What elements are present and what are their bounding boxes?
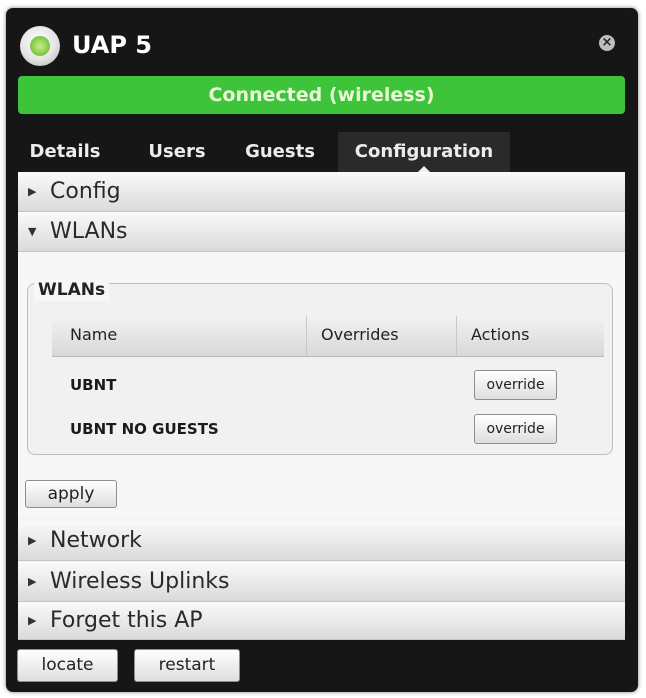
section-forget-ap-header[interactable]: ▶ Forget this AP [18, 602, 625, 640]
tab-configuration[interactable]: Configuration [338, 132, 510, 172]
tab-bar: Details Users Guests Configuration [20, 132, 625, 172]
caret-right-icon: ▶ [28, 614, 37, 627]
override-button[interactable]: override [474, 414, 557, 444]
caret-down-icon: ▼ [28, 225, 37, 238]
caret-right-icon: ▶ [28, 575, 37, 588]
section-wireless-uplinks-header[interactable]: ▶ Wireless Uplinks [18, 562, 625, 602]
tab-users[interactable]: Users [132, 132, 222, 172]
column-header-actions: Actions [456, 316, 619, 356]
column-header-overrides: Overrides [306, 316, 471, 356]
access-point-icon [20, 26, 60, 66]
override-button[interactable]: override [474, 370, 557, 400]
status-led [30, 36, 50, 56]
tab-guests[interactable]: Guests [230, 132, 330, 172]
section-network-header[interactable]: ▶ Network [18, 521, 625, 561]
wlan-overrides [320, 366, 460, 404]
wlan-table-header: Name Overrides Actions [52, 316, 604, 357]
locate-button[interactable]: locate [17, 649, 118, 682]
device-title: UAP 5 [72, 31, 152, 59]
table-row: UBNT NO GUESTS override [52, 410, 604, 448]
section-wireless-uplinks-label: Wireless Uplinks [50, 569, 230, 594]
column-header-name: Name [70, 325, 118, 344]
close-icon[interactable]: × [599, 35, 615, 51]
section-wlans-label: WLANs [50, 219, 128, 244]
configuration-content: ▶ Config ▼ WLANs WLANs Name Overrides Ac… [18, 172, 625, 640]
restart-button[interactable]: restart [134, 649, 240, 682]
wlan-name: UBNT [70, 376, 117, 394]
section-forget-ap-label: Forget this AP [50, 608, 203, 633]
section-network-label: Network [50, 528, 142, 553]
table-row: UBNT override [52, 366, 604, 404]
section-config-header[interactable]: ▶ Config [18, 172, 625, 212]
footer-actions: locate restart [6, 639, 638, 692]
wlan-name: UBNT NO GUESTS [70, 420, 219, 438]
apply-button[interactable]: apply [25, 480, 117, 508]
connection-status-bar: Connected (wireless) [18, 76, 625, 114]
title-bar: UAP 5 × [6, 8, 638, 76]
wlan-overrides [320, 410, 460, 448]
section-config-label: Config [50, 179, 121, 204]
section-wlans-header[interactable]: ▼ WLANs [18, 212, 625, 252]
device-panel: UAP 5 × Connected (wireless) Details Use… [6, 8, 638, 692]
tab-details[interactable]: Details [20, 132, 110, 172]
caret-right-icon: ▶ [28, 534, 37, 547]
wlans-fieldset-legend: WLANs [34, 279, 110, 301]
caret-right-icon: ▶ [28, 185, 37, 198]
